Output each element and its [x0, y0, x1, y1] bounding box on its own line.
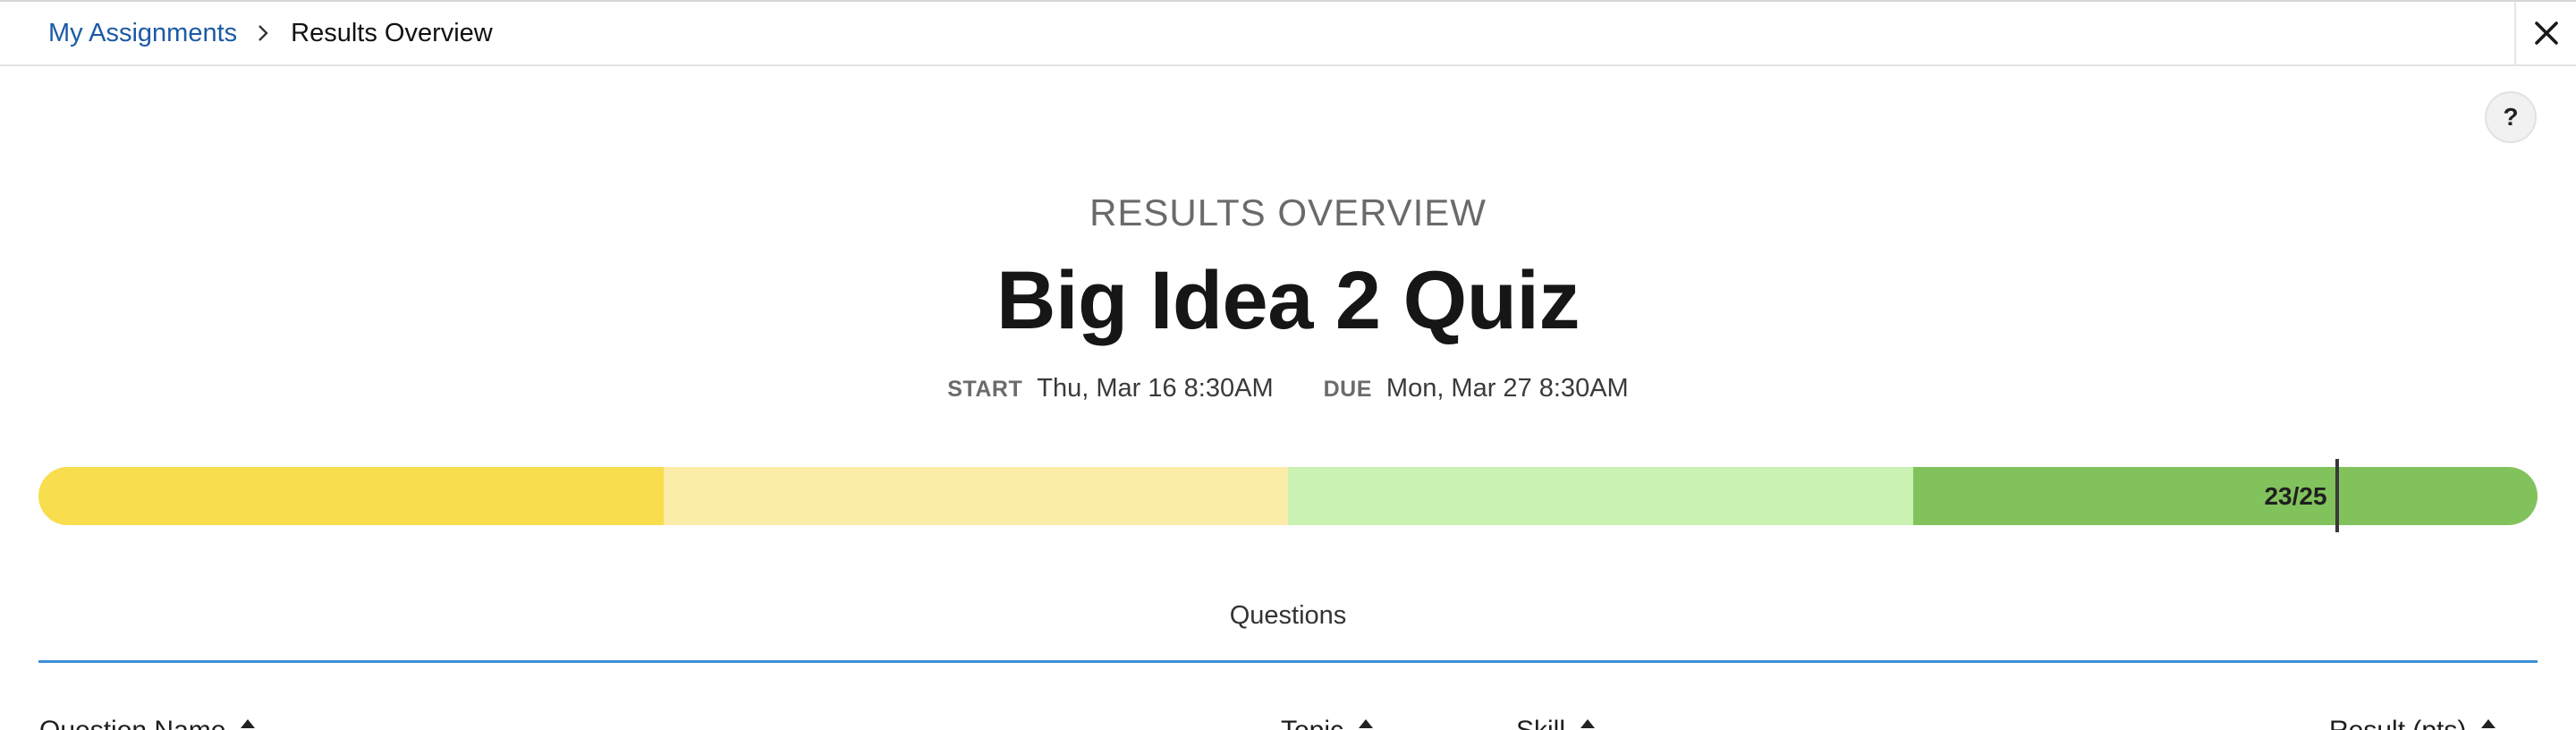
sort-icon: [2480, 717, 2496, 730]
start-value: Thu, Mar 16 8:30AM: [1037, 374, 1274, 403]
page-overline: RESULTS OVERVIEW: [1089, 191, 1487, 233]
due-value: Mon, Mar 27 8:30AM: [1385, 374, 1629, 403]
tab-active-underline: [38, 660, 2538, 663]
column-header-skill[interactable]: Skill: [1516, 716, 1596, 730]
sort-icon: [1580, 717, 1596, 730]
score-marker: [2335, 459, 2340, 532]
column-header-result[interactable]: Result (pts): [2329, 716, 2496, 730]
close-icon: [2534, 21, 2558, 45]
sort-icon: [240, 717, 256, 730]
start-label: START: [947, 377, 1023, 402]
score-band-3: [1288, 467, 1913, 525]
assignment-dates: START Thu, Mar 16 8:30AM DUE Mon, Mar 27…: [0, 374, 2576, 403]
score-band-4: [1912, 467, 2538, 525]
chevron-right-icon: [257, 23, 269, 43]
close-button[interactable]: [2514, 2, 2576, 64]
column-header-topic[interactable]: Topic: [1281, 716, 1374, 730]
score-label: 23/25: [2264, 481, 2327, 510]
score-band-1: [38, 467, 664, 525]
breadcrumb-current: Results Overview: [291, 18, 493, 47]
tab-questions[interactable]: Questions: [0, 601, 2576, 631]
column-header-question-name[interactable]: Question Name: [39, 716, 256, 730]
help-button[interactable]: ?: [2485, 91, 2537, 143]
sort-icon: [1358, 717, 1374, 730]
page-title: Big Idea 2 Quiz: [996, 255, 1580, 346]
breadcrumb: My Assignments Results Overview: [48, 2, 493, 64]
top-bar: My Assignments Results Overview: [0, 0, 2576, 66]
due-label: DUE: [1323, 377, 1372, 402]
score-band-2: [663, 467, 1288, 525]
score-bar: [38, 467, 2538, 525]
breadcrumb-my-assignments-link[interactable]: My Assignments: [48, 19, 237, 48]
